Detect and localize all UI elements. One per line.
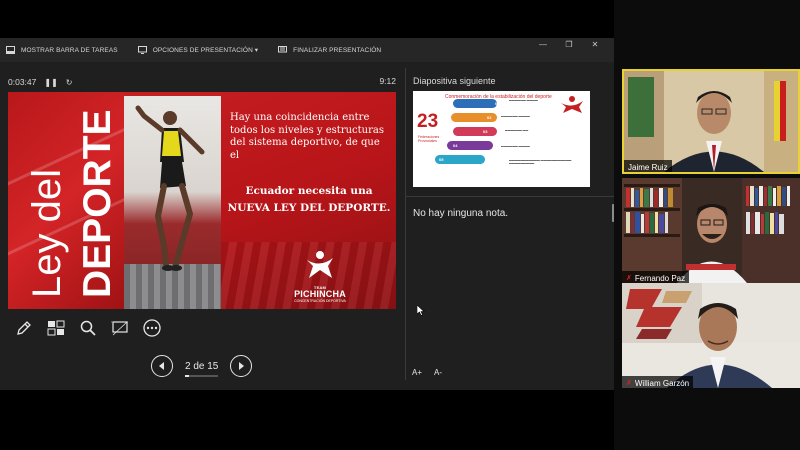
participant-name-tag: ✗ William Garzón	[622, 376, 694, 388]
presentation-options-label: OPCIONES DE PRESENTACIÓN ▾	[152, 47, 259, 54]
triangle-right-icon	[239, 362, 245, 370]
runner-logo-icon	[307, 251, 333, 278]
athlete-figure	[135, 105, 205, 271]
display-settings-icon	[137, 46, 147, 54]
window-controls: — ❐ ✕	[530, 40, 608, 49]
participant-name-tag: Jaime Ruiz	[624, 160, 672, 172]
next-slide-step-num: 01	[495, 101, 500, 106]
next-slide-big-number: 23	[417, 111, 439, 132]
slide-title-line1: Ley del	[25, 169, 69, 298]
slide-progress-bar	[185, 374, 219, 377]
next-slide-caption: Federaciones Provinciales	[418, 135, 440, 143]
slide-progress-fill	[185, 374, 190, 377]
athlete-photo	[124, 96, 221, 309]
show-taskbar-label: MOSTRAR BARRA DE TAREAS	[21, 46, 118, 54]
decrease-font-button[interactable]: A-	[434, 368, 442, 377]
notes-font-controls: A+ A-	[412, 368, 454, 377]
next-slide-logo-icon	[561, 96, 583, 113]
slide-counter-text: 2 de 15	[185, 360, 219, 372]
restore-button[interactable]: ❐	[556, 40, 582, 49]
slide-title: Ley del DEPORTE	[25, 109, 118, 298]
end-presentation-label: FINALIZAR PRESENTACIÓN	[293, 46, 382, 54]
participant-name: Fernando Paz	[634, 273, 686, 283]
reset-icon[interactable]: ↻	[66, 78, 73, 87]
pen-tool-button[interactable]	[8, 318, 40, 338]
next-slide-step-num: 05	[439, 157, 444, 162]
previous-slide-button[interactable]	[151, 355, 173, 377]
next-slide-button[interactable]	[230, 355, 253, 377]
next-slide-step-text: ▬▬▬▬▬▬ ▬▬▬▬	[509, 98, 538, 102]
end-presentation-button[interactable]: FINALIZAR PRESENTACIÓN	[278, 46, 381, 54]
presentation-options-button[interactable]: OPCIONES DE PRESENTACIÓN ▾	[137, 46, 259, 54]
screen: MOSTRAR BARRA DE TAREAS OPCIONES DE PRES…	[0, 0, 800, 450]
triangle-left-icon	[159, 362, 164, 370]
taskbar-icon	[6, 46, 15, 54]
video-participants-panel: Jaime Ruiz ✗ Fernando Paz ✗ William Garz…	[614, 0, 800, 450]
participant-name: William Garzón	[634, 378, 690, 388]
slide-navigation: 2 de 15	[151, 355, 253, 377]
next-slide-label: Diapositiva siguiente	[413, 76, 496, 86]
participant-name-tag: ✗ Fernando Paz	[622, 271, 690, 283]
muted-mic-icon: ✗	[626, 380, 632, 387]
logo-sub-text: CONCENTRACIÓN DEPORTIVA	[294, 299, 346, 303]
minimize-button[interactable]: —	[530, 40, 556, 49]
participant-video	[622, 283, 800, 388]
next-slide-step-band	[453, 99, 497, 108]
show-taskbar-button[interactable]: MOSTRAR BARRA DE TAREAS	[6, 46, 118, 54]
presenter-toolbar: MOSTRAR BARRA DE TAREAS OPCIONES DE PRES…	[0, 38, 614, 62]
next-slide-step-num: 03	[483, 129, 488, 134]
grid-icon	[47, 320, 65, 336]
next-slide-step-text: ▬▬▬▬▬▬ ▬▬▬▬	[501, 114, 530, 118]
slide-title-line2: DEPORTE	[76, 109, 118, 298]
current-slide[interactable]: Ley del DEPORTE Hay una coincidencia ent…	[8, 92, 396, 309]
ellipsis-icon	[143, 319, 161, 337]
see-all-slides-button[interactable]	[40, 318, 72, 338]
pen-icon	[17, 321, 31, 335]
participant-video	[622, 178, 800, 283]
team-pichincha-logo: TEAM PICHINCHA CONCENTRACIÓN DEPORTIVA	[290, 250, 350, 308]
slide-counter[interactable]: 2 de 15	[185, 360, 219, 377]
participant-tile[interactable]: ✗ Fernando Paz	[622, 178, 800, 283]
speaker-notes[interactable]: No hay ninguna nota.	[413, 208, 508, 219]
screen-icon	[111, 321, 129, 336]
next-slide-preview[interactable]: Conmemoración de la estabilización del d…	[413, 91, 590, 187]
slide-body-text: Hay una coincidencia entre todos los niv…	[230, 112, 384, 161]
pause-icon[interactable]: ❚❚	[44, 78, 57, 87]
current-time: 9:12	[379, 76, 396, 86]
next-slide-step-text: ▬▬▬▬▬▬ ▬▬	[505, 128, 529, 132]
increase-font-button[interactable]: A+	[412, 368, 422, 377]
slide-body-bold: Ecuador necesita una NUEVA LEY DEL DEPOR…	[227, 185, 391, 214]
participant-tile[interactable]: ✗ William Garzón	[622, 283, 800, 388]
next-slide-step-num: 04	[453, 143, 458, 148]
close-button[interactable]: ✕	[582, 40, 608, 49]
zoom-slide-button[interactable]	[72, 318, 104, 338]
pane-divider[interactable]	[405, 68, 406, 380]
next-slide-step-text: ▬▬▬▬▬▬▬▬▬▬▬ ▬▬▬▬▬▬▬▬▬▬▬ ▬▬▬▬▬▬▬▬▬	[509, 158, 572, 166]
mouse-cursor-icon	[417, 305, 425, 316]
timer-row: 0:03:47 ❚❚ ↻ 9:12	[8, 75, 396, 89]
participant-name: Jaime Ruiz	[628, 162, 668, 172]
end-show-icon	[278, 46, 288, 53]
presenter-view-window: MOSTRAR BARRA DE TAREAS OPCIONES DE PRES…	[0, 38, 615, 390]
muted-mic-icon: ✗	[626, 275, 632, 282]
next-slide-step-num: 02	[487, 115, 492, 120]
next-slide-step-band	[453, 127, 497, 136]
black-screen-button[interactable]	[104, 318, 136, 338]
slide-tools	[8, 318, 168, 338]
more-options-button[interactable]	[136, 318, 168, 338]
participant-video	[624, 71, 798, 172]
magnifier-icon	[80, 320, 96, 336]
logo-name-text: PICHINCHA	[294, 289, 346, 299]
elapsed-timer: 0:03:47	[8, 77, 37, 87]
participant-tile[interactable]: Jaime Ruiz	[622, 69, 800, 174]
notes-divider[interactable]	[406, 196, 614, 197]
next-slide-step-text: ▬▬▬▬▬▬ ▬▬▬▬	[501, 144, 530, 148]
